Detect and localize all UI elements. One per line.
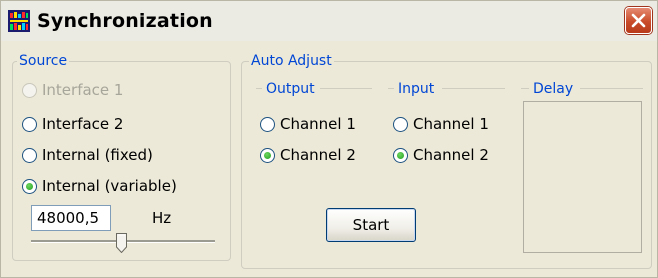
delay-display [523,101,642,253]
radio-selected-dot [26,182,33,190]
window-title: Synchronization [37,10,213,32]
output-channel-2-radio[interactable]: Channel 2 [260,146,356,164]
close-button[interactable] [625,7,652,34]
delay-separator [580,88,643,89]
source-interface-1-radio[interactable]: Interface 1 [22,81,123,99]
source-interface-2-label: Interface 2 [42,115,124,133]
radio-circle [22,116,37,132]
radio-circle [393,116,408,132]
source-internal-fixed-radio[interactable]: Internal (fixed) [22,146,153,164]
input-separator [388,88,394,89]
synchronization-dialog: Synchronization Source Interface 1 Inter… [0,0,658,278]
output-separator [320,88,372,89]
source-internal-variable-radio[interactable]: Internal (variable) [22,177,177,195]
frequency-slider-thumb[interactable] [116,233,127,253]
radio-circle [22,147,37,163]
delay-legend: Delay [531,81,576,97]
source-internal-variable-label: Internal (variable) [42,177,177,195]
radio-circle [22,178,37,194]
radio-circle [260,147,275,163]
source-interface-2-radio[interactable]: Interface 2 [22,115,123,133]
input-channel-1-label: Channel 1 [413,115,489,133]
output-channel-2-label: Channel 2 [280,146,356,164]
output-channel-1-label: Channel 1 [280,115,356,133]
output-channel-1-radio[interactable]: Channel 1 [260,115,356,133]
output-legend: Output [264,81,317,97]
delay-separator [521,88,529,89]
auto-adjust-legend: Auto Adjust [249,53,334,69]
radio-selected-dot [397,151,404,159]
radio-circle [22,82,37,98]
synchronization-app-icon [8,10,30,32]
radio-selected-dot [264,151,271,159]
input-channel-2-radio[interactable]: Channel 2 [393,146,489,164]
frequency-input[interactable]: 48000,5 [31,205,111,231]
input-legend: Input [396,81,437,97]
title-bar[interactable]: Synchronization [1,1,657,41]
input-channel-2-label: Channel 2 [413,146,489,164]
frequency-unit-label: Hz [152,209,172,227]
output-separator [256,88,262,89]
close-icon [631,13,646,28]
input-channel-1-radio[interactable]: Channel 1 [393,115,489,133]
radio-circle [393,147,408,163]
input-separator [442,88,505,89]
source-legend: Source [17,53,70,69]
start-button[interactable]: Start [326,208,416,242]
source-internal-fixed-label: Internal (fixed) [42,146,153,164]
radio-circle [260,116,275,132]
source-interface-1-label: Interface 1 [42,81,124,99]
